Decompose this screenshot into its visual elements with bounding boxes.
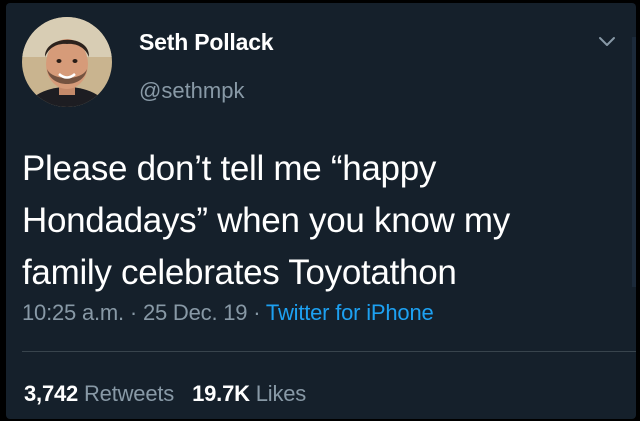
tweet-text-line: family celebrates Toyotathon <box>22 253 457 292</box>
retweets-count: 3,742 <box>24 381 79 406</box>
tweet-stats: 3,742 Retweets 19.7K Likes <box>24 381 324 407</box>
chevron-down-icon[interactable] <box>596 31 618 53</box>
likes-count: 19.7K <box>192 381 250 406</box>
meta-separator: · <box>253 300 261 325</box>
tweet-date[interactable]: 25 Dec. 19 <box>143 300 248 325</box>
tweet-text: Please don’t tell me “happy Hondadays” w… <box>22 143 622 299</box>
tweet-text-line: Please don’t tell me “happy <box>22 149 437 188</box>
avatar[interactable] <box>22 17 112 107</box>
scrollbar[interactable] <box>632 37 636 287</box>
display-name[interactable]: Seth Pollack <box>139 29 274 56</box>
meta-separator: · <box>129 300 138 325</box>
likes-label: Likes <box>255 381 307 406</box>
retweets-label: Retweets <box>83 381 175 406</box>
tweet-time[interactable]: 10:25 a.m. <box>22 300 124 325</box>
tweet-text-line: Hondadays” when you know my <box>22 201 510 240</box>
tweet-meta: 10:25 a.m. · 25 Dec. 19 · Twitter for iP… <box>22 300 434 326</box>
retweets-stat[interactable]: 3,742 Retweets <box>24 381 174 406</box>
likes-stat[interactable]: 19.7K Likes <box>192 381 306 406</box>
divider <box>22 351 636 352</box>
user-handle[interactable]: @sethmpk <box>139 78 244 104</box>
tweet-card: Seth Pollack @sethmpk Please don’t tell … <box>6 3 636 419</box>
profile-photo-icon <box>22 17 112 107</box>
tweet-source-link[interactable]: Twitter for iPhone <box>266 300 434 325</box>
